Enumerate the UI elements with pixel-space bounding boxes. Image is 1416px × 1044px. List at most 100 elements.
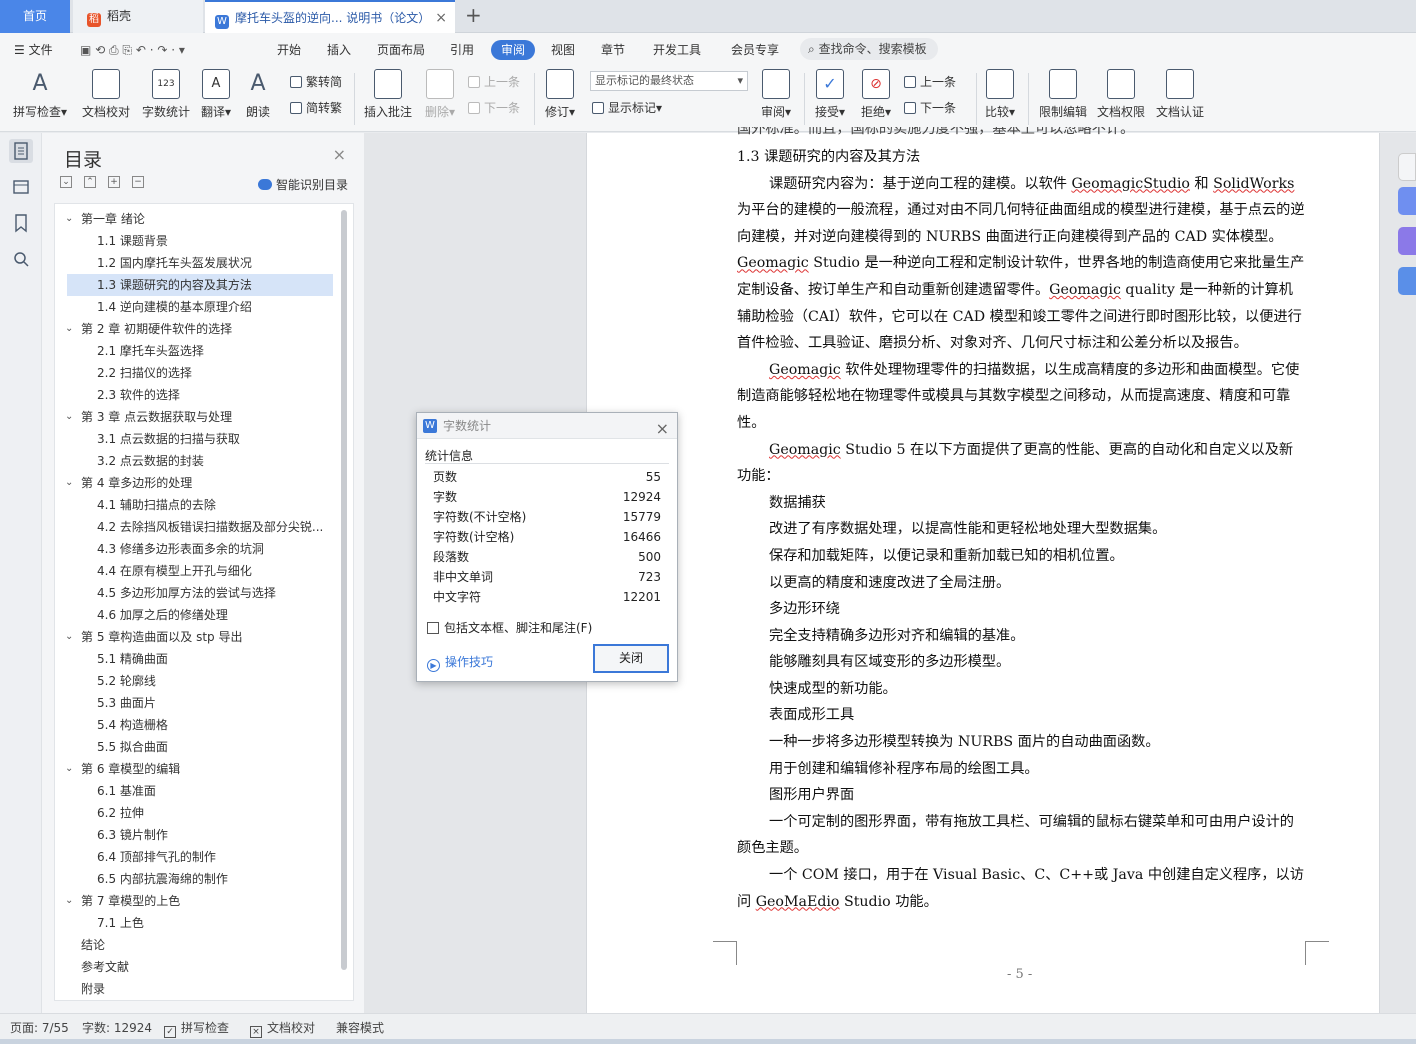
toc-item[interactable]: 4.1 辅助扫描点的去除 [55,494,335,516]
next-comment-button[interactable]: 下一条 [468,99,520,117]
add-toc-item-icon[interactable]: + [108,176,120,188]
file-menu[interactable]: ☰ 文件 [14,40,53,60]
tips-link[interactable]: ▶ 操作技巧 [427,653,493,672]
toc-item[interactable]: 5.1 精确曲面 [55,648,335,670]
expand-up-icon[interactable]: ⌃ [84,176,96,188]
toc-item[interactable]: ⌄ 第 6 章模型的编辑 [55,758,335,780]
prev-change-button[interactable]: 上一条 [904,73,956,91]
close-icon[interactable]: × [656,416,669,442]
remove-toc-item-icon[interactable]: − [132,176,144,188]
spellcheck-status[interactable]: ✓ 拼写检查 [164,1019,229,1038]
find-icon[interactable] [9,247,33,271]
navigation-icon[interactable] [9,175,33,199]
quick-access-icons[interactable]: ▣ ⟲ ⎙ ⎘ ↶ · ↷ · ▾ [80,40,185,60]
tab-document[interactable]: W 摩托车头盔的逆向... 说明书（论文） × [205,0,455,33]
toc-item[interactable]: 2.1 摩托车头盔选择 [55,340,335,362]
page-indicator[interactable]: 页面: 7/55 [10,1019,69,1036]
toc-item[interactable]: 3.2 点云数据的封装 [55,450,335,472]
side-tool-3-icon[interactable] [1398,267,1416,295]
toc-item[interactable]: 5.5 拟合曲面 [55,736,335,758]
toc-item[interactable]: 6.2 拉伸 [55,802,335,824]
spellcheck-button[interactable]: A 拼写检查▾ [10,69,70,120]
toc-scrollbar[interactable] [341,210,347,970]
bookmark-icon[interactable] [9,211,33,235]
chevron-down-icon[interactable]: ⌄ [65,626,73,648]
menu-insert[interactable]: 插入 [327,40,351,60]
toc-item[interactable]: 6.5 内部抗震海绵的制作 [55,868,335,890]
word-count-indicator[interactable]: 字数: 12924 [82,1019,152,1036]
toc-item[interactable]: 4.4 在原有模型上开孔与细化 [55,560,335,582]
doc-permission-button[interactable]: 文档权限 [1094,69,1148,120]
word-count-button[interactable]: 123 字数统计 [138,69,194,120]
markup-state-select[interactable]: 显示标记的最终状态 ▾ [590,71,748,91]
toc-item[interactable]: 结论 [55,934,335,956]
toc-item[interactable]: 4.6 加厚之后的修缮处理 [55,604,335,626]
toc-item[interactable]: 5.3 曲面片 [55,692,335,714]
toc-item[interactable]: 参考文献 [55,956,335,978]
proofread-status[interactable]: × 文档校对 [250,1019,315,1038]
new-tab-button[interactable]: + [465,0,482,33]
command-search-box[interactable]: ⌕ 查找命令、搜索模板 [800,38,938,60]
toc-item[interactable]: 7.1 上色 [55,912,335,934]
toc-item[interactable]: ⌄ 第一章 绪论 [55,208,335,230]
to-traditional-button[interactable]: 繁转简 [290,73,342,91]
review-pane-button[interactable]: 审阅▾ [758,69,794,120]
toc-item[interactable]: ⌄ 第 7 章模型的上色 [55,890,335,912]
menu-start[interactable]: 开始 [277,40,301,60]
toc-item[interactable]: 2.2 扫描仪的选择 [55,362,335,384]
close-tab-icon[interactable]: × [435,2,447,35]
show-markup-button[interactable]: 显示标记▾ [592,99,662,117]
tab-home[interactable]: 首页 [0,0,70,33]
menu-chapter[interactable]: 章节 [601,40,625,60]
insert-comment-button[interactable]: 插入批注 [362,69,414,120]
toc-panel-icon[interactable] [9,139,33,163]
menu-references[interactable]: 引用 [450,40,474,60]
chevron-down-icon[interactable]: ⌄ [65,208,73,230]
collapse-up-icon[interactable] [1398,153,1416,181]
toc-item[interactable]: ⌄ 第 5 章构造曲面以及 stp 导出 [55,626,335,648]
menu-view[interactable]: 视图 [551,40,575,60]
reject-button[interactable]: ⊘ 拒绝▾ [858,69,894,120]
toc-item[interactable]: ⌄ 第 4 章多边形的处理 [55,472,335,494]
toc-item[interactable]: 1.1 课题背景 [55,230,335,252]
chevron-down-icon[interactable]: ⌄ [65,472,73,494]
collapse-all-icon[interactable]: ⌄ [60,176,72,188]
toc-item[interactable]: 6.1 基准面 [55,780,335,802]
smart-toc-button[interactable]: 智能识别目录 [258,176,348,193]
toc-item[interactable]: 4.3 修缮多边形表面多余的坑洞 [55,538,335,560]
doc-auth-button[interactable]: 文档认证 [1152,69,1208,120]
to-simplified-button[interactable]: 简转繁 [290,99,342,117]
toc-item[interactable]: 4.5 多边形加厚方法的尝试与选择 [55,582,335,604]
chevron-down-icon[interactable]: ⌄ [65,318,73,340]
delete-comment-button[interactable]: 删除▾ [420,69,460,120]
document-body[interactable]: 国外标准。而且，国标的实施力度不强，基本上可以忽略不计。 1.3 课题研究的内容… [737,127,1307,915]
read-aloud-button[interactable]: A 朗读 [240,69,276,120]
toc-item[interactable]: 5.2 轮廓线 [55,670,335,692]
tab-daoke[interactable]: 稻稻壳 [73,0,203,33]
side-tool-1-icon[interactable] [1398,187,1416,215]
chevron-down-icon[interactable]: ⌄ [65,758,73,780]
toc-item[interactable]: 1.3 课题研究的内容及其方法 [67,274,333,296]
close-button[interactable]: 关闭 [593,644,669,673]
menu-developer[interactable]: 开发工具 [653,40,701,60]
document-page[interactable]: 国外标准。而且，国标的实施力度不强，基本上可以忽略不计。 1.3 课题研究的内容… [586,127,1380,1013]
prev-comment-button[interactable]: 上一条 [468,73,520,91]
menu-review[interactable]: 审阅 [491,40,536,60]
toc-item[interactable]: 5.4 构造栅格 [55,714,335,736]
restrict-edit-button[interactable]: 限制编辑 [1036,69,1090,120]
track-changes-button[interactable]: 修订▾ [540,69,580,120]
toc-item[interactable]: 2.3 软件的选择 [55,384,335,406]
chevron-down-icon[interactable]: ⌄ [65,406,73,428]
include-textbox-checkbox[interactable]: 包括文本框、脚注和尾注(F) [427,619,592,636]
toc-item[interactable]: 1.2 国内摩托车头盔发展状况 [55,252,335,274]
toc-item[interactable]: 1.4 逆向建模的基本原理介绍 [55,296,335,318]
toc-item[interactable]: ⌄ 第 3 章 点云数据获取与处理 [55,406,335,428]
accept-button[interactable]: ✓ 接受▾ [812,69,848,120]
side-tool-2-icon[interactable] [1398,227,1416,255]
chevron-down-icon[interactable]: ⌄ [65,890,73,912]
toc-item[interactable]: ⌄ 第 2 章 初期硬件软件的选择 [55,318,335,340]
menu-page-layout[interactable]: 页面布局 [377,40,425,60]
dialog-title-bar[interactable]: W 字数统计 × [417,413,677,439]
toc-item[interactable]: 3.1 点云数据的扫描与获取 [55,428,335,450]
close-icon[interactable]: × [333,145,346,164]
